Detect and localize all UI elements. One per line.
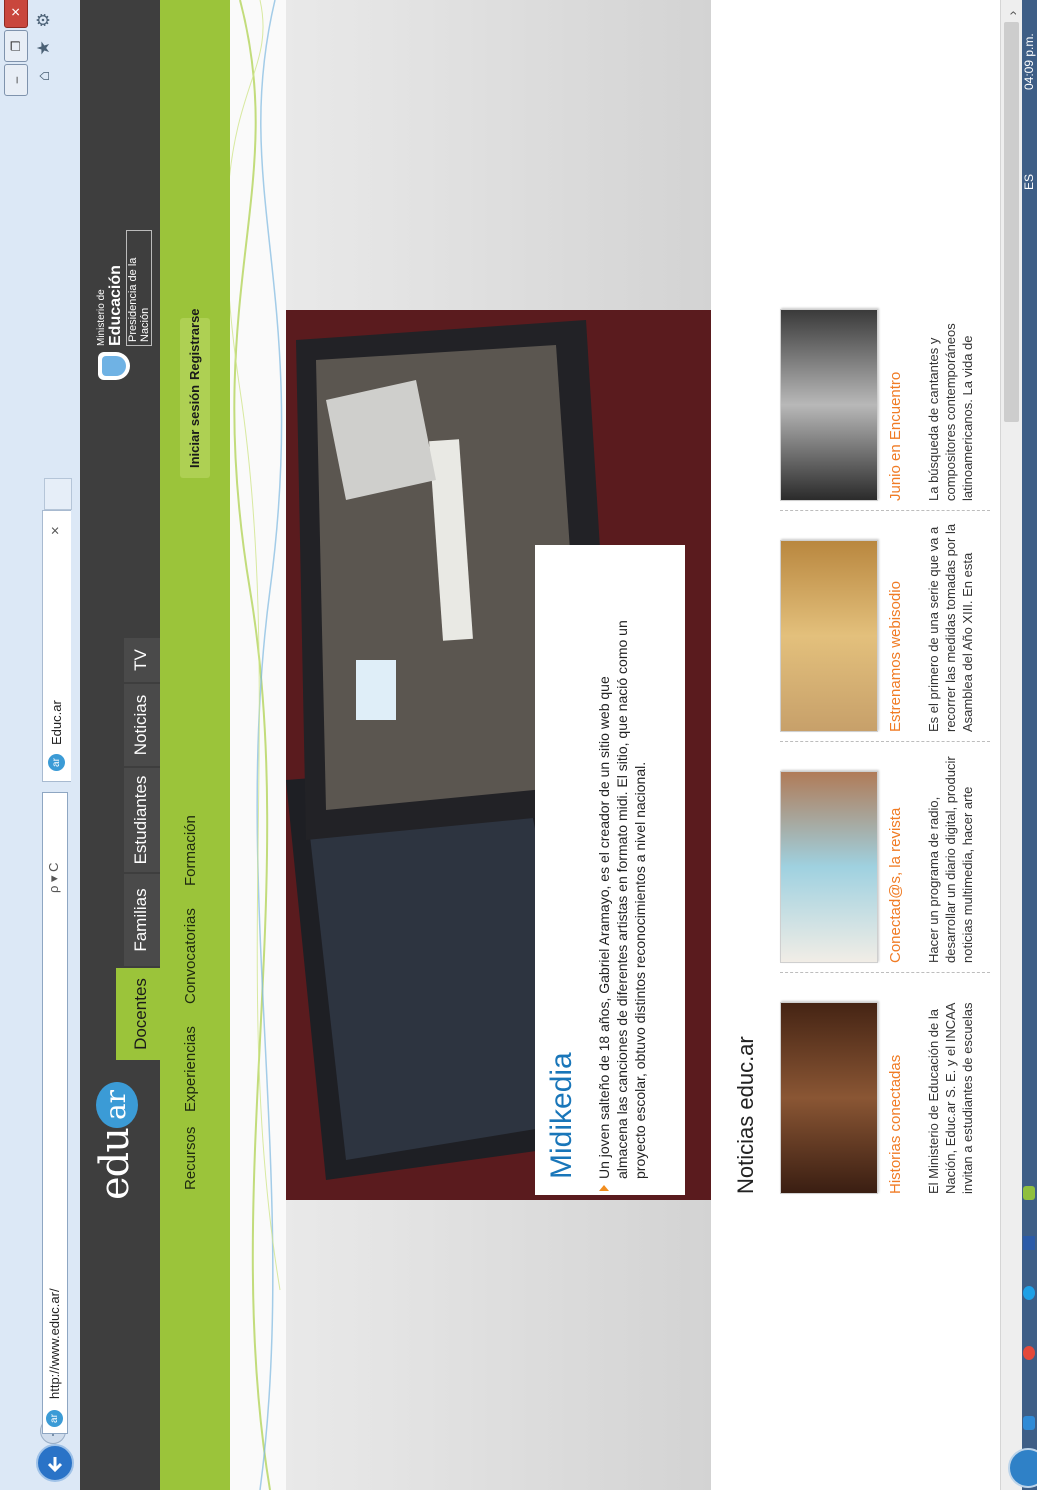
- skype-taskbar-icon[interactable]: [1023, 1286, 1035, 1300]
- news-card[interactable]: Estrenamos webisodio Es el primero de un…: [780, 517, 1000, 732]
- tab-estudiantes[interactable]: Estudiantes: [124, 768, 160, 872]
- horizontal-scrollbar[interactable]: ‹ ›: [1000, 0, 1023, 1490]
- hero-text: Un joven salteño de 18 años, Gabriel Ara…: [596, 620, 648, 1179]
- minimize-button[interactable]: –: [4, 64, 28, 96]
- caption-arrow-icon: [599, 1185, 609, 1191]
- tab-tv[interactable]: TV: [124, 638, 160, 682]
- tab-close-icon[interactable]: ×: [47, 526, 64, 535]
- wave-decoration: [230, 0, 283, 1490]
- tab-docentes[interactable]: Docentes: [116, 968, 160, 1060]
- search-refresh-icons[interactable]: ρ ▾ C: [46, 862, 62, 893]
- address-bar[interactable]: ar http://www.educ.ar/ ρ ▾ C: [42, 792, 68, 1434]
- tab-favicon-icon: ar: [48, 754, 65, 771]
- ministerio-logo[interactable]: Ministerio de Educación Presidencia de l…: [92, 230, 152, 380]
- browser-tab[interactable]: ar Educ.ar ×: [42, 510, 71, 782]
- gear-icon[interactable]: ⚙: [34, 10, 54, 30]
- subnav-recursos[interactable]: Recursos: [182, 1127, 199, 1190]
- restore-button[interactable]: ❐: [4, 30, 28, 62]
- ministerio-line3: Presidencia de la Nación: [126, 230, 152, 346]
- browser-chrome: ar http://www.educ.ar/ ρ ▾ C ar Educ.ar …: [0, 0, 81, 1490]
- card-image[interactable]: [780, 540, 878, 732]
- word-taskbar-icon[interactable]: [1023, 1236, 1035, 1250]
- language-indicator[interactable]: ES: [1022, 174, 1036, 190]
- back-button[interactable]: [36, 1444, 74, 1482]
- hero-title[interactable]: Midikedia: [545, 1052, 579, 1179]
- site-favicon-icon: ar: [46, 1410, 63, 1427]
- card-divider: [780, 971, 990, 973]
- news-card[interactable]: Junio en Encuentro La búsqueda de cantan…: [780, 286, 1000, 501]
- shield-inner: [102, 356, 126, 376]
- paint-taskbar-icon[interactable]: [1023, 1186, 1035, 1200]
- register-link[interactable]: Registrarse: [187, 308, 202, 380]
- taskbar: ES 04:09 p.m.: [1008, 0, 1037, 1490]
- taskbar-clock[interactable]: 04:09 p.m.: [1022, 33, 1036, 90]
- ministerio-line1: Ministerio de: [96, 289, 107, 346]
- scroll-right-icon[interactable]: ›: [1001, 2, 1023, 24]
- card-text: Hacer un programa de radio, desarrollar …: [926, 756, 975, 963]
- card-title[interactable]: Historias conectadas: [887, 1055, 904, 1194]
- home-icon[interactable]: ⌂: [34, 66, 54, 86]
- scroll-thumb[interactable]: [1004, 22, 1019, 422]
- tab-noticias[interactable]: Noticias: [124, 684, 160, 766]
- news-card[interactable]: Historias conectadas El Ministerio de Ed…: [780, 979, 1000, 1194]
- card-divider: [780, 509, 990, 511]
- tab-familias[interactable]: Familias: [124, 874, 160, 966]
- logo-badge: ar: [96, 1082, 138, 1128]
- card-title[interactable]: Estrenamos webisodio: [887, 581, 904, 732]
- ministerio-line2: Educación: [107, 265, 124, 346]
- card-title[interactable]: Junio en Encuentro: [887, 372, 904, 501]
- ie-taskbar-icon[interactable]: [1023, 1416, 1035, 1430]
- educar-logo[interactable]: educ ar: [80, 1080, 160, 1200]
- subnav-formacion[interactable]: Formación: [182, 815, 199, 886]
- subnav-convocatorias[interactable]: Convocatorias: [182, 908, 199, 1004]
- main-navbar: educ ar Docentes Familias Estudiantes No…: [80, 0, 160, 1490]
- shield-icon: [98, 352, 130, 380]
- session-box: Iniciar sesión Registrarse: [180, 308, 210, 478]
- card-image[interactable]: [780, 309, 878, 501]
- back-arrow-icon: [47, 1457, 63, 1473]
- news-card[interactable]: Conectad@s, la revista Hacer un programa…: [780, 748, 1000, 963]
- chrome-taskbar-icon[interactable]: [1023, 1346, 1035, 1360]
- tab-title: Educ.ar: [49, 700, 64, 745]
- decorative-strip: [230, 0, 286, 1490]
- close-window-button[interactable]: ✕: [4, 0, 28, 28]
- news-heading: Noticias educ.ar: [733, 1036, 758, 1194]
- card-image[interactable]: [780, 771, 878, 963]
- card-divider: [780, 740, 990, 742]
- card-image[interactable]: [780, 1002, 878, 1194]
- new-tab-button[interactable]: [44, 478, 72, 510]
- card-text: La búsqueda de cantantes y compositores …: [926, 323, 975, 501]
- sub-navbar: Recursos Experiencias Convocatorias Form…: [160, 0, 230, 1490]
- web-page: educ ar Docentes Familias Estudiantes No…: [80, 0, 1000, 1490]
- star-icon[interactable]: ★: [34, 38, 54, 58]
- address-url[interactable]: http://www.educ.ar/: [47, 1288, 62, 1399]
- hero-caption: Midikedia Un joven salteño de 18 años, G…: [535, 545, 685, 1195]
- card-text: El Ministerio de Educación de la Nación,…: [926, 1002, 975, 1194]
- card-text: Es el primero de una serie que va a reco…: [926, 523, 975, 732]
- login-link[interactable]: Iniciar sesión: [187, 385, 202, 468]
- card-title[interactable]: Conectad@s, la revista: [887, 808, 904, 963]
- subnav-experiencias[interactable]: Experiencias: [182, 1026, 199, 1112]
